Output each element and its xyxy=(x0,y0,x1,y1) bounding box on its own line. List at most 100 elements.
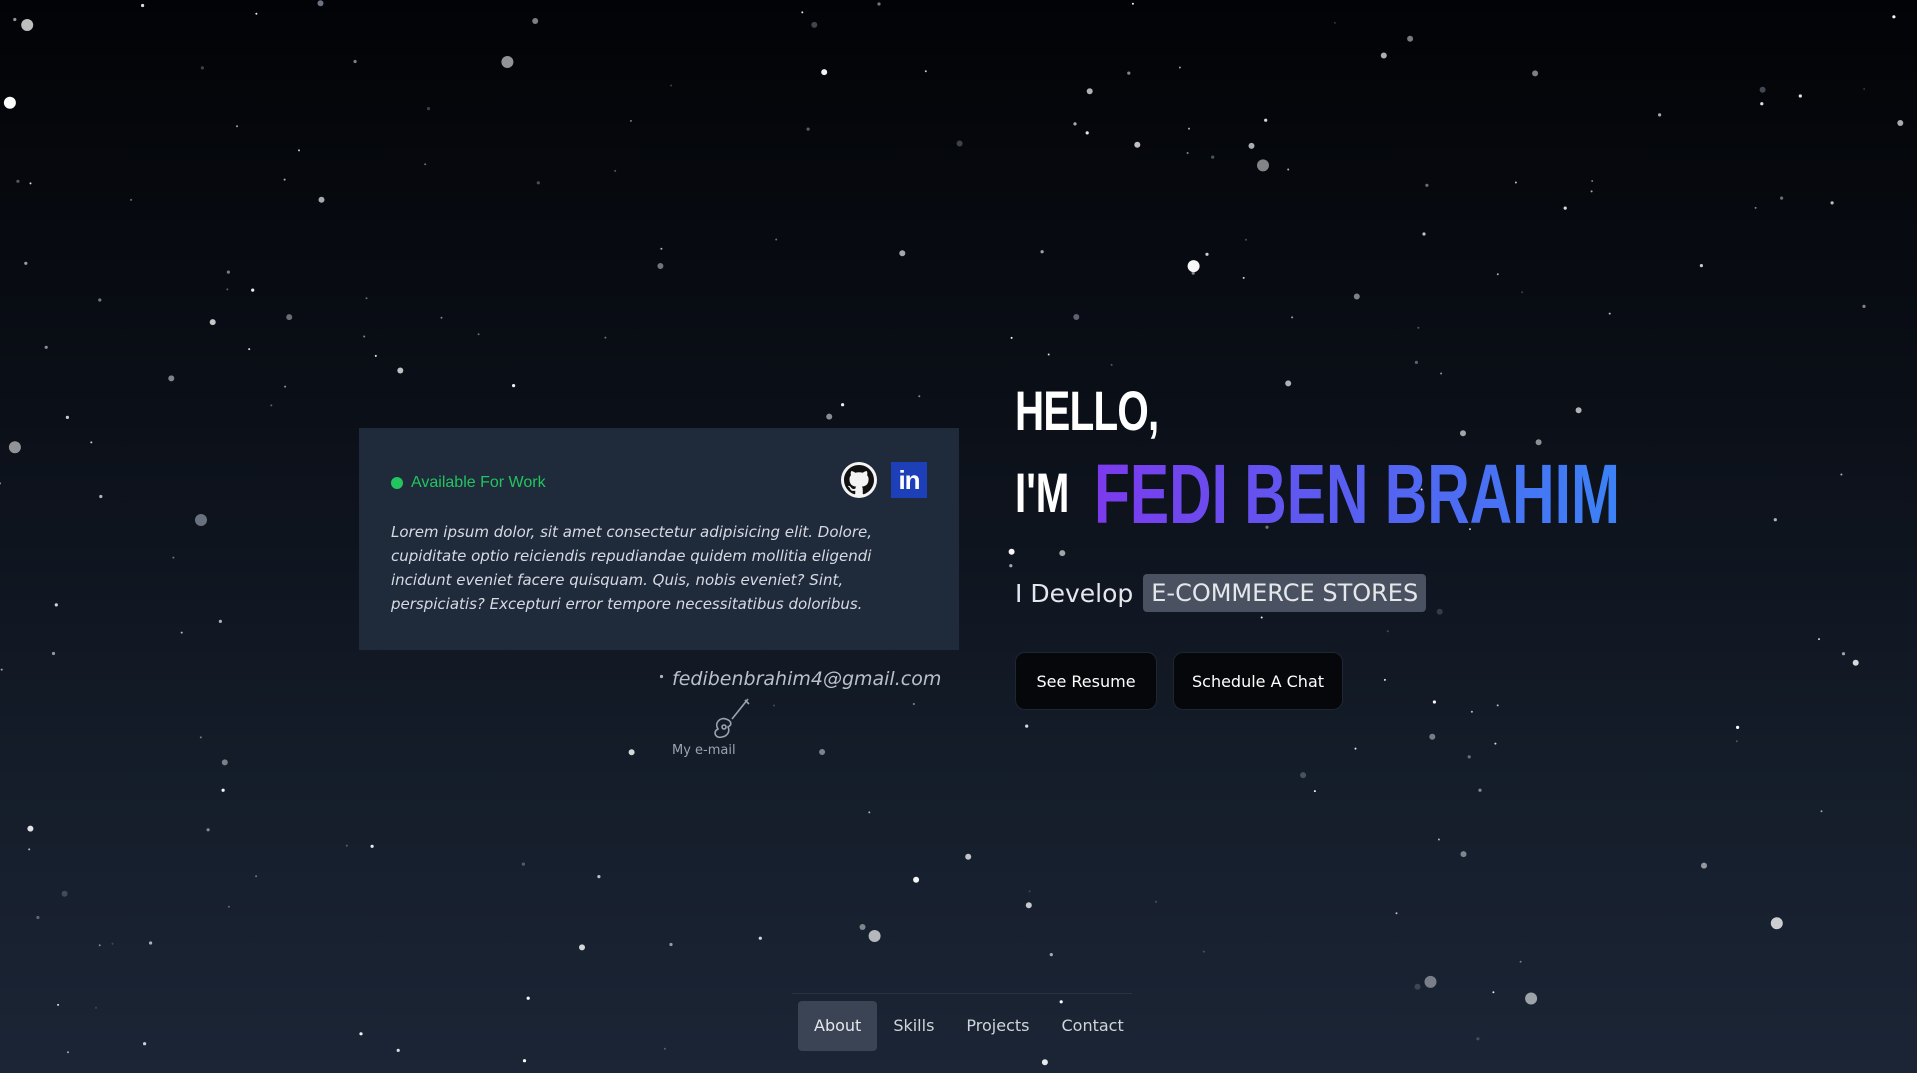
star xyxy=(1735,740,1738,743)
hero-name: FEDI BEN BRAHIM xyxy=(1094,447,1620,541)
star xyxy=(819,749,826,755)
star xyxy=(1440,372,1443,375)
star xyxy=(859,924,866,930)
see-resume-button[interactable]: See Resume xyxy=(1015,652,1157,710)
star xyxy=(1467,755,1471,759)
star xyxy=(1009,564,1013,568)
star xyxy=(821,69,828,76)
github-icon[interactable] xyxy=(841,462,877,498)
star xyxy=(143,1042,147,1046)
star xyxy=(1414,983,1421,990)
star xyxy=(1521,291,1524,294)
star xyxy=(374,354,377,357)
star xyxy=(669,942,673,947)
star xyxy=(1759,86,1766,93)
star xyxy=(1049,953,1053,957)
star xyxy=(1291,316,1294,319)
star xyxy=(1059,550,1066,557)
star xyxy=(218,619,222,624)
star xyxy=(1041,1059,1048,1066)
star xyxy=(629,119,632,122)
star xyxy=(663,1047,666,1050)
star xyxy=(1260,616,1263,619)
star xyxy=(130,198,133,201)
nav-skills[interactable]: Skills xyxy=(877,1001,950,1051)
star xyxy=(1110,363,1113,366)
star xyxy=(659,674,664,679)
star xyxy=(1437,838,1440,841)
guitar-icon xyxy=(712,697,752,743)
star xyxy=(195,514,207,526)
star xyxy=(1429,733,1436,740)
about-card: Available For Work in Lorem ipsum dolor,… xyxy=(359,428,959,650)
nav-projects[interactable]: Projects xyxy=(950,1001,1045,1051)
star xyxy=(806,127,810,131)
star xyxy=(913,876,920,883)
star xyxy=(318,196,325,203)
star xyxy=(21,19,34,31)
star xyxy=(1476,1037,1480,1041)
star xyxy=(1028,890,1031,893)
star xyxy=(298,149,300,152)
hero-greeting: HELLO, xyxy=(1015,379,1159,442)
star xyxy=(90,441,93,444)
nav-contact[interactable]: Contact xyxy=(1045,1001,1139,1051)
star xyxy=(1353,293,1360,300)
star xyxy=(1025,902,1032,909)
star xyxy=(1127,71,1131,75)
star xyxy=(221,759,228,766)
star xyxy=(1257,159,1269,172)
star xyxy=(1354,747,1357,750)
star xyxy=(1187,260,1200,273)
star xyxy=(200,66,204,70)
star xyxy=(1519,960,1522,963)
star xyxy=(1841,652,1846,656)
bottom-nav: About Skills Projects Contact xyxy=(792,993,1132,1057)
star xyxy=(1186,152,1189,154)
star xyxy=(1407,35,1414,42)
star xyxy=(670,84,673,87)
star xyxy=(54,603,58,607)
star xyxy=(628,749,635,756)
star xyxy=(1395,912,1398,915)
star xyxy=(1699,264,1703,268)
star xyxy=(868,811,871,814)
star xyxy=(1840,473,1843,476)
nav-about[interactable]: About xyxy=(798,1000,878,1051)
star xyxy=(1085,131,1089,135)
star xyxy=(1131,2,1134,5)
star xyxy=(1496,273,1499,276)
star xyxy=(1496,704,1499,707)
star xyxy=(1892,15,1896,19)
star xyxy=(597,875,601,879)
star xyxy=(956,140,963,147)
star xyxy=(168,375,175,382)
star xyxy=(1863,88,1866,90)
hero-im: I'M xyxy=(1015,461,1070,524)
star xyxy=(1436,608,1443,615)
star xyxy=(1478,788,1482,792)
star xyxy=(918,395,921,398)
star xyxy=(1242,276,1245,279)
develop-prefix: I Develop xyxy=(1015,578,1134,608)
star xyxy=(1073,314,1080,320)
star xyxy=(0,668,3,671)
star xyxy=(1590,190,1593,193)
star xyxy=(1211,155,1215,159)
star xyxy=(424,163,427,166)
star xyxy=(180,631,183,634)
star xyxy=(1417,326,1420,329)
star xyxy=(1760,102,1764,106)
star xyxy=(8,441,21,454)
star xyxy=(773,704,775,707)
star xyxy=(227,905,230,908)
star xyxy=(868,930,881,942)
star xyxy=(141,3,145,8)
star xyxy=(614,169,617,172)
star xyxy=(24,261,28,265)
schedule-chat-button[interactable]: Schedule A Chat xyxy=(1173,652,1343,710)
email-address[interactable]: fedibenbrahim4@gmail.com xyxy=(672,668,941,690)
status-dot-icon xyxy=(391,477,403,489)
linkedin-icon[interactable]: in xyxy=(891,462,927,498)
star xyxy=(1432,700,1436,704)
